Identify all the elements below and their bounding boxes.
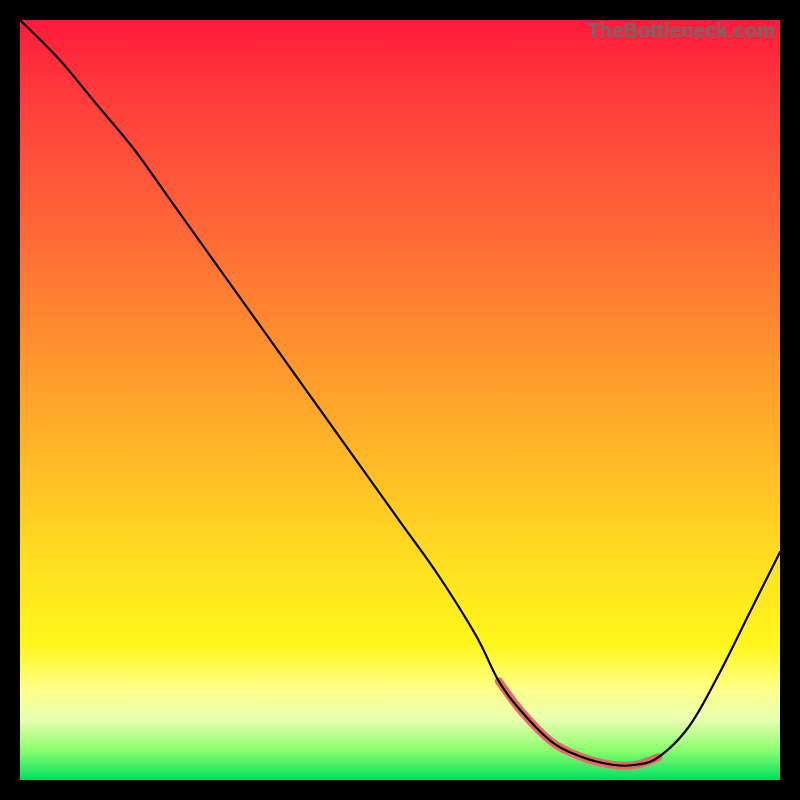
chart-svg	[20, 20, 780, 780]
valley-highlight-curve	[499, 681, 659, 766]
bottleneck-curve	[20, 20, 780, 766]
chart-plot-area: TheBottleneck.com	[20, 20, 780, 780]
watermark-text: TheBottleneck.com	[587, 20, 775, 43]
